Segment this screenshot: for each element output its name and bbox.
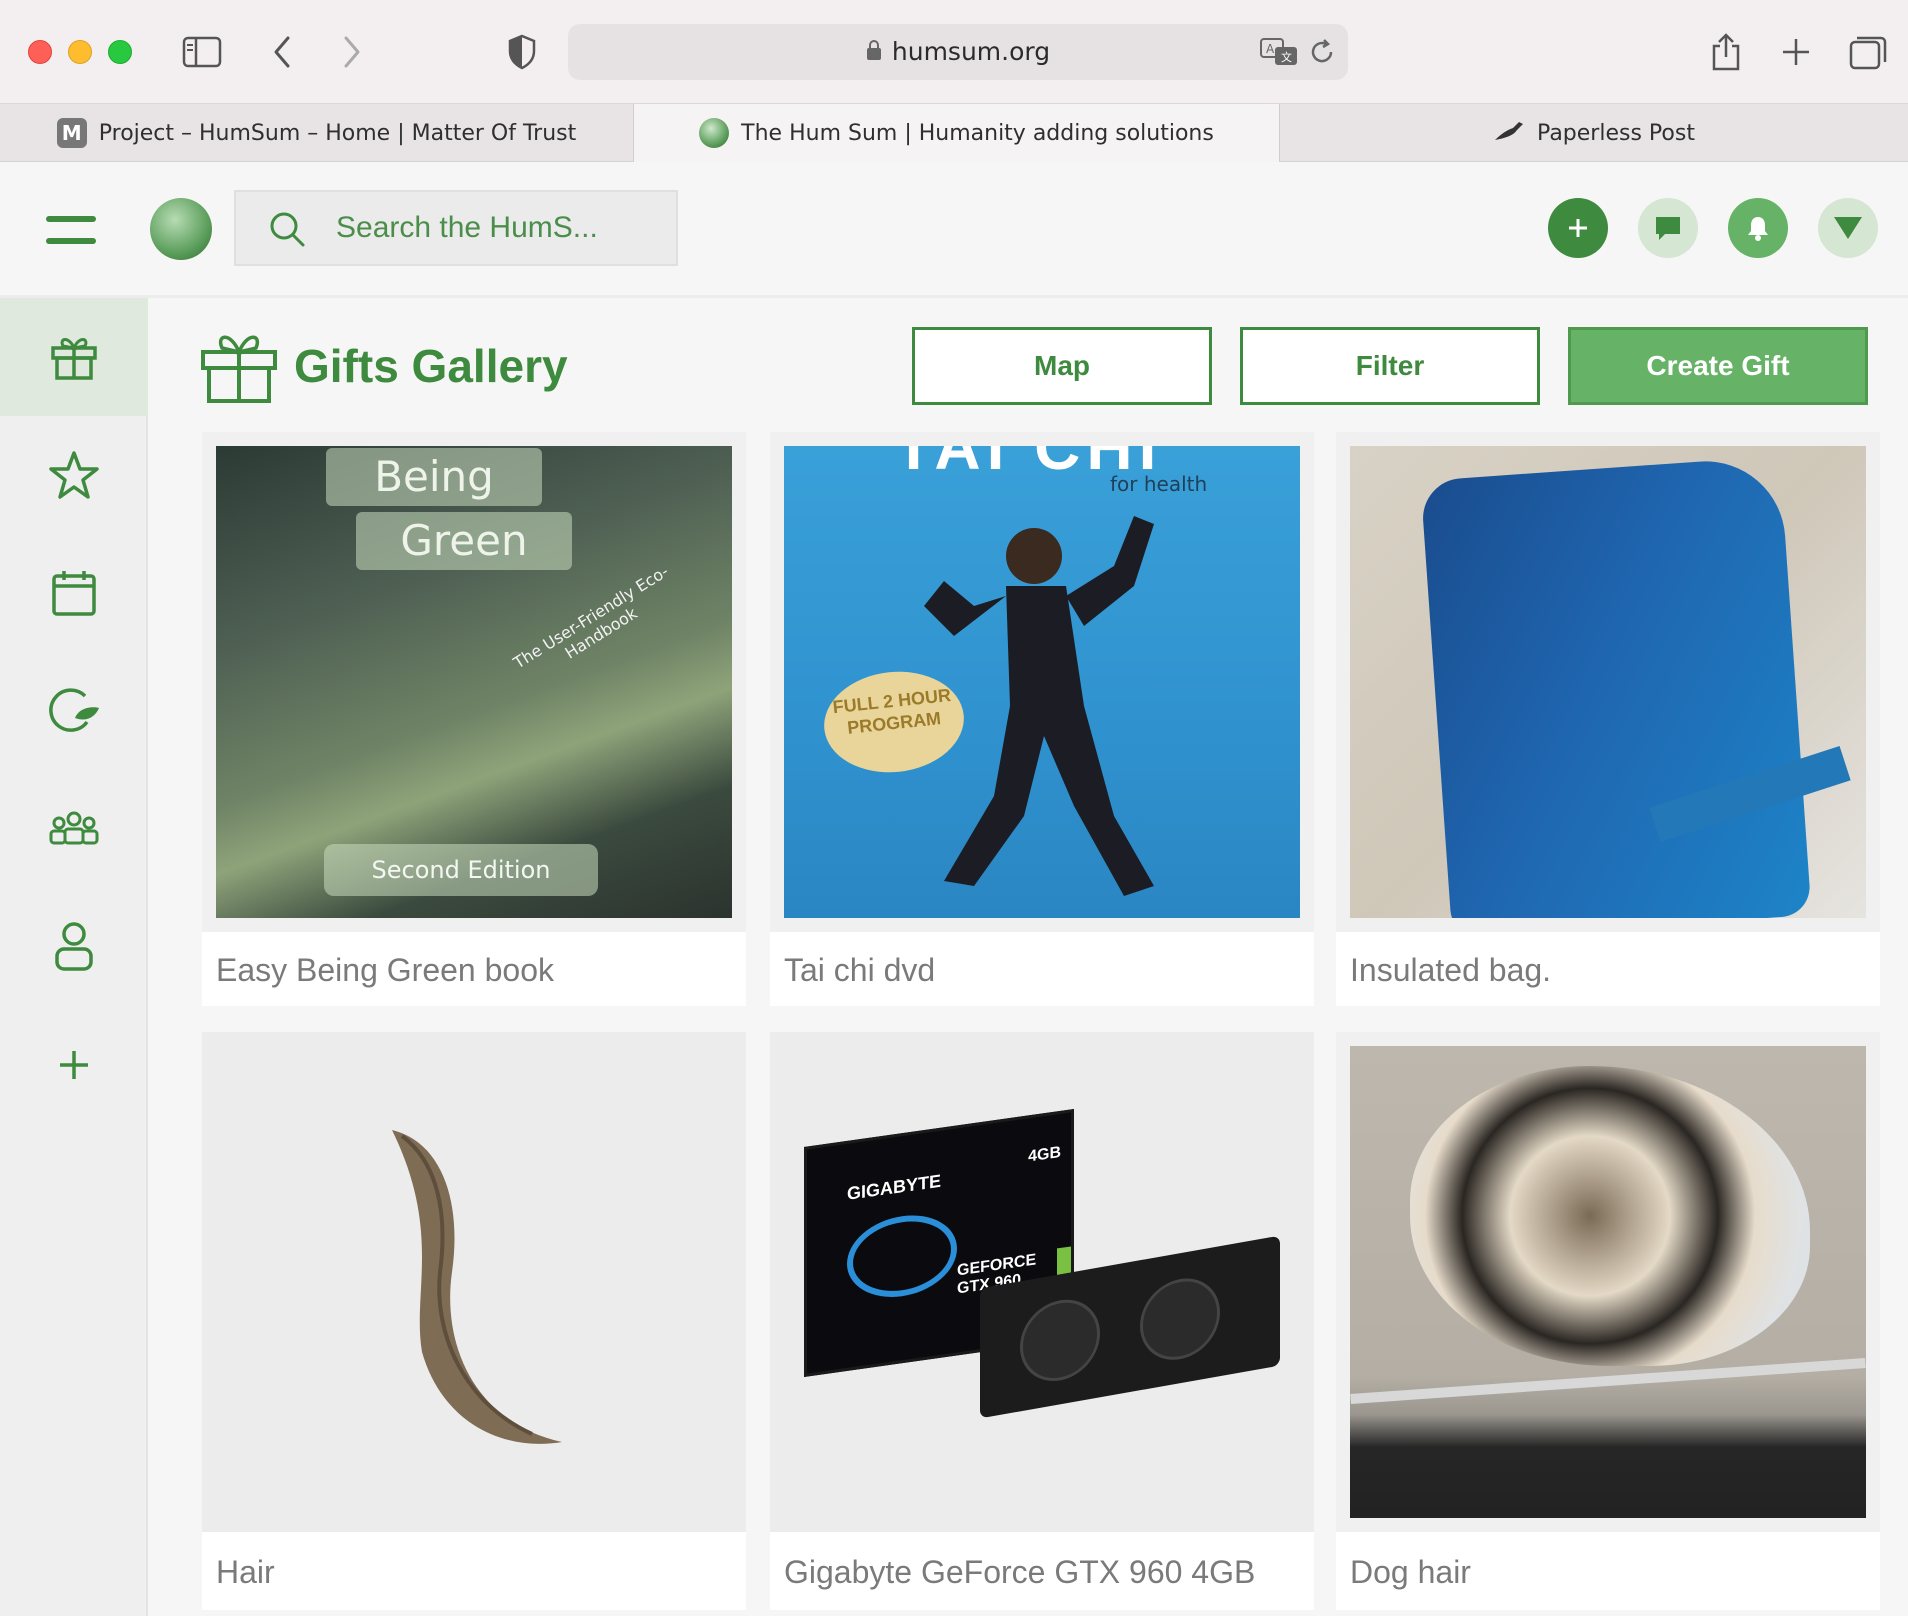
gift-title[interactable]: Tai chi dvd — [784, 952, 935, 989]
new-tab-icon[interactable] — [1770, 26, 1822, 78]
sidebar-item-eco[interactable] — [0, 652, 148, 770]
book-title-line1: Being — [326, 448, 542, 506]
tab-label: Paperless Post — [1537, 120, 1695, 146]
m-favicon-icon: M — [56, 118, 87, 148]
gift-title[interactable]: Easy Being Green book — [216, 952, 554, 989]
gpu-brand: GIGABYTE — [847, 1170, 942, 1204]
bell-icon — [1748, 217, 1768, 241]
gift-card[interactable]: GIGABYTE 4GB GEFORCE GTX 960 Gigabyte Ge… — [770, 1032, 1314, 1610]
sidebar-item-favorites[interactable] — [0, 416, 148, 534]
back-icon[interactable] — [256, 26, 308, 78]
tab-matter-of-trust[interactable]: M Project – HumSum – Home | Matter Of Tr… — [0, 104, 634, 162]
globe-favicon-icon — [699, 118, 730, 148]
map-button[interactable]: Map — [912, 327, 1212, 405]
plus-icon — [60, 1051, 88, 1079]
share-icon[interactable] — [1700, 26, 1752, 78]
sidebar-item-profile[interactable] — [0, 888, 148, 1006]
browser-tab-bar: M Project – HumSum – Home | Matter Of Tr… — [0, 104, 1908, 162]
translate-icon[interactable]: A文 — [1260, 38, 1298, 71]
gift-card[interactable]: Being Green The User-Friendly Eco-Handbo… — [202, 432, 746, 1006]
bag-photo-image — [1350, 446, 1866, 918]
menu-icon[interactable] — [46, 210, 96, 250]
privacy-shield-icon[interactable] — [496, 26, 548, 78]
tab-paperless-post[interactable]: Paperless Post — [1280, 104, 1908, 162]
gift-title[interactable]: Dog hair — [1350, 1554, 1471, 1591]
app-header: Search the HumS... — [0, 162, 1908, 298]
calendar-icon — [52, 571, 96, 616]
close-window-button[interactable] — [28, 40, 52, 64]
address-bar[interactable]: humsum.org A文 — [568, 24, 1348, 80]
tab-overview-icon[interactable] — [1842, 26, 1894, 78]
search-box[interactable]: Search the HumS... — [234, 190, 678, 266]
search-input[interactable]: Search the HumS... — [336, 192, 598, 264]
sidebar-item-calendar[interactable] — [0, 534, 148, 652]
tab-label: The Hum Sum | Humanity adding solutions — [741, 120, 1214, 146]
book-title-line2: Green — [356, 512, 572, 570]
gift-card[interactable]: TAI CHI for health FULL 2 HOUR PROGRAM T… — [770, 432, 1314, 1006]
create-gift-button[interactable]: Create Gift — [1568, 327, 1868, 405]
gift-card[interactable]: Hair — [202, 1032, 746, 1610]
star-icon — [49, 451, 99, 499]
group-icon — [49, 811, 99, 845]
page-header: Gifts Gallery — [200, 326, 568, 406]
gift-card[interactable]: Dog hair — [1336, 1032, 1880, 1610]
reload-icon[interactable] — [1308, 38, 1336, 71]
book-edition: Second Edition — [324, 844, 598, 896]
dvd-cover-image: TAI CHI for health FULL 2 HOUR PROGRAM — [784, 446, 1300, 918]
gift-image[interactable]: TAI CHI for health FULL 2 HOUR PROGRAM — [770, 432, 1314, 932]
dog-hair-bag-image — [1350, 1046, 1866, 1518]
sidebar-toggle-icon[interactable] — [176, 26, 228, 78]
zoom-window-button[interactable] — [108, 40, 132, 64]
tab-label: Project – HumSum – Home | Matter Of Trus… — [98, 120, 577, 146]
gift-title[interactable]: Insulated bag. — [1350, 952, 1551, 989]
bird-favicon-icon — [1493, 118, 1525, 148]
leaf-cycle-icon — [49, 688, 99, 732]
gift-image[interactable]: GIGABYTE 4GB GEFORCE GTX 960 — [770, 1032, 1314, 1532]
person-icon — [55, 922, 93, 971]
gpu-memory: 4GB — [1028, 1143, 1061, 1166]
messages-button[interactable] — [1638, 198, 1698, 258]
gift-image[interactable]: Being Green The User-Friendly Eco-Handbo… — [202, 432, 746, 932]
minimize-window-button[interactable] — [68, 40, 92, 64]
hair-photo-image — [392, 1130, 562, 1444]
lock-icon — [866, 25, 882, 81]
page-title: Gifts Gallery — [294, 340, 568, 392]
gift-image[interactable] — [1336, 1032, 1880, 1532]
svg-text:A: A — [1266, 42, 1275, 56]
account-dropdown-button[interactable] — [1818, 198, 1878, 258]
url-value: humsum.org — [891, 37, 1051, 66]
book-cover-image: Being Green The User-Friendly Eco-Handbo… — [216, 446, 732, 918]
chat-icon — [1656, 217, 1680, 240]
search-icon — [268, 210, 306, 253]
svg-text:文: 文 — [1281, 50, 1292, 64]
gift-image[interactable] — [202, 1032, 746, 1532]
filter-button[interactable]: Filter — [1240, 327, 1540, 405]
gift-card[interactable]: Insulated bag. — [1336, 432, 1880, 1006]
humsum-logo-icon[interactable] — [150, 198, 212, 260]
sidebar-item-add[interactable] — [0, 1006, 148, 1124]
forward-icon[interactable] — [326, 26, 378, 78]
sidebar-item-groups[interactable] — [0, 770, 148, 888]
plus-icon — [1569, 219, 1587, 237]
gift-icon — [51, 338, 97, 380]
book-subtitle: The User-Friendly Eco-Handbook — [510, 561, 672, 673]
add-button[interactable] — [1548, 198, 1608, 258]
browser-titlebar: humsum.org A文 — [0, 0, 1908, 104]
gift-title[interactable]: Gigabyte GeForce GTX 960 4GB — [784, 1554, 1255, 1591]
triangle-down-icon — [1834, 217, 1862, 239]
sidebar-item-gifts[interactable] — [0, 298, 148, 416]
sidebar — [0, 298, 148, 1616]
url-text: humsum.org — [568, 24, 1348, 80]
tab-hum-sum[interactable]: The Hum Sum | Humanity adding solutions — [634, 104, 1280, 162]
gift-image[interactable] — [1336, 432, 1880, 932]
gift-icon — [201, 335, 277, 403]
gift-title[interactable]: Hair — [216, 1554, 275, 1591]
notifications-button[interactable] — [1728, 198, 1788, 258]
